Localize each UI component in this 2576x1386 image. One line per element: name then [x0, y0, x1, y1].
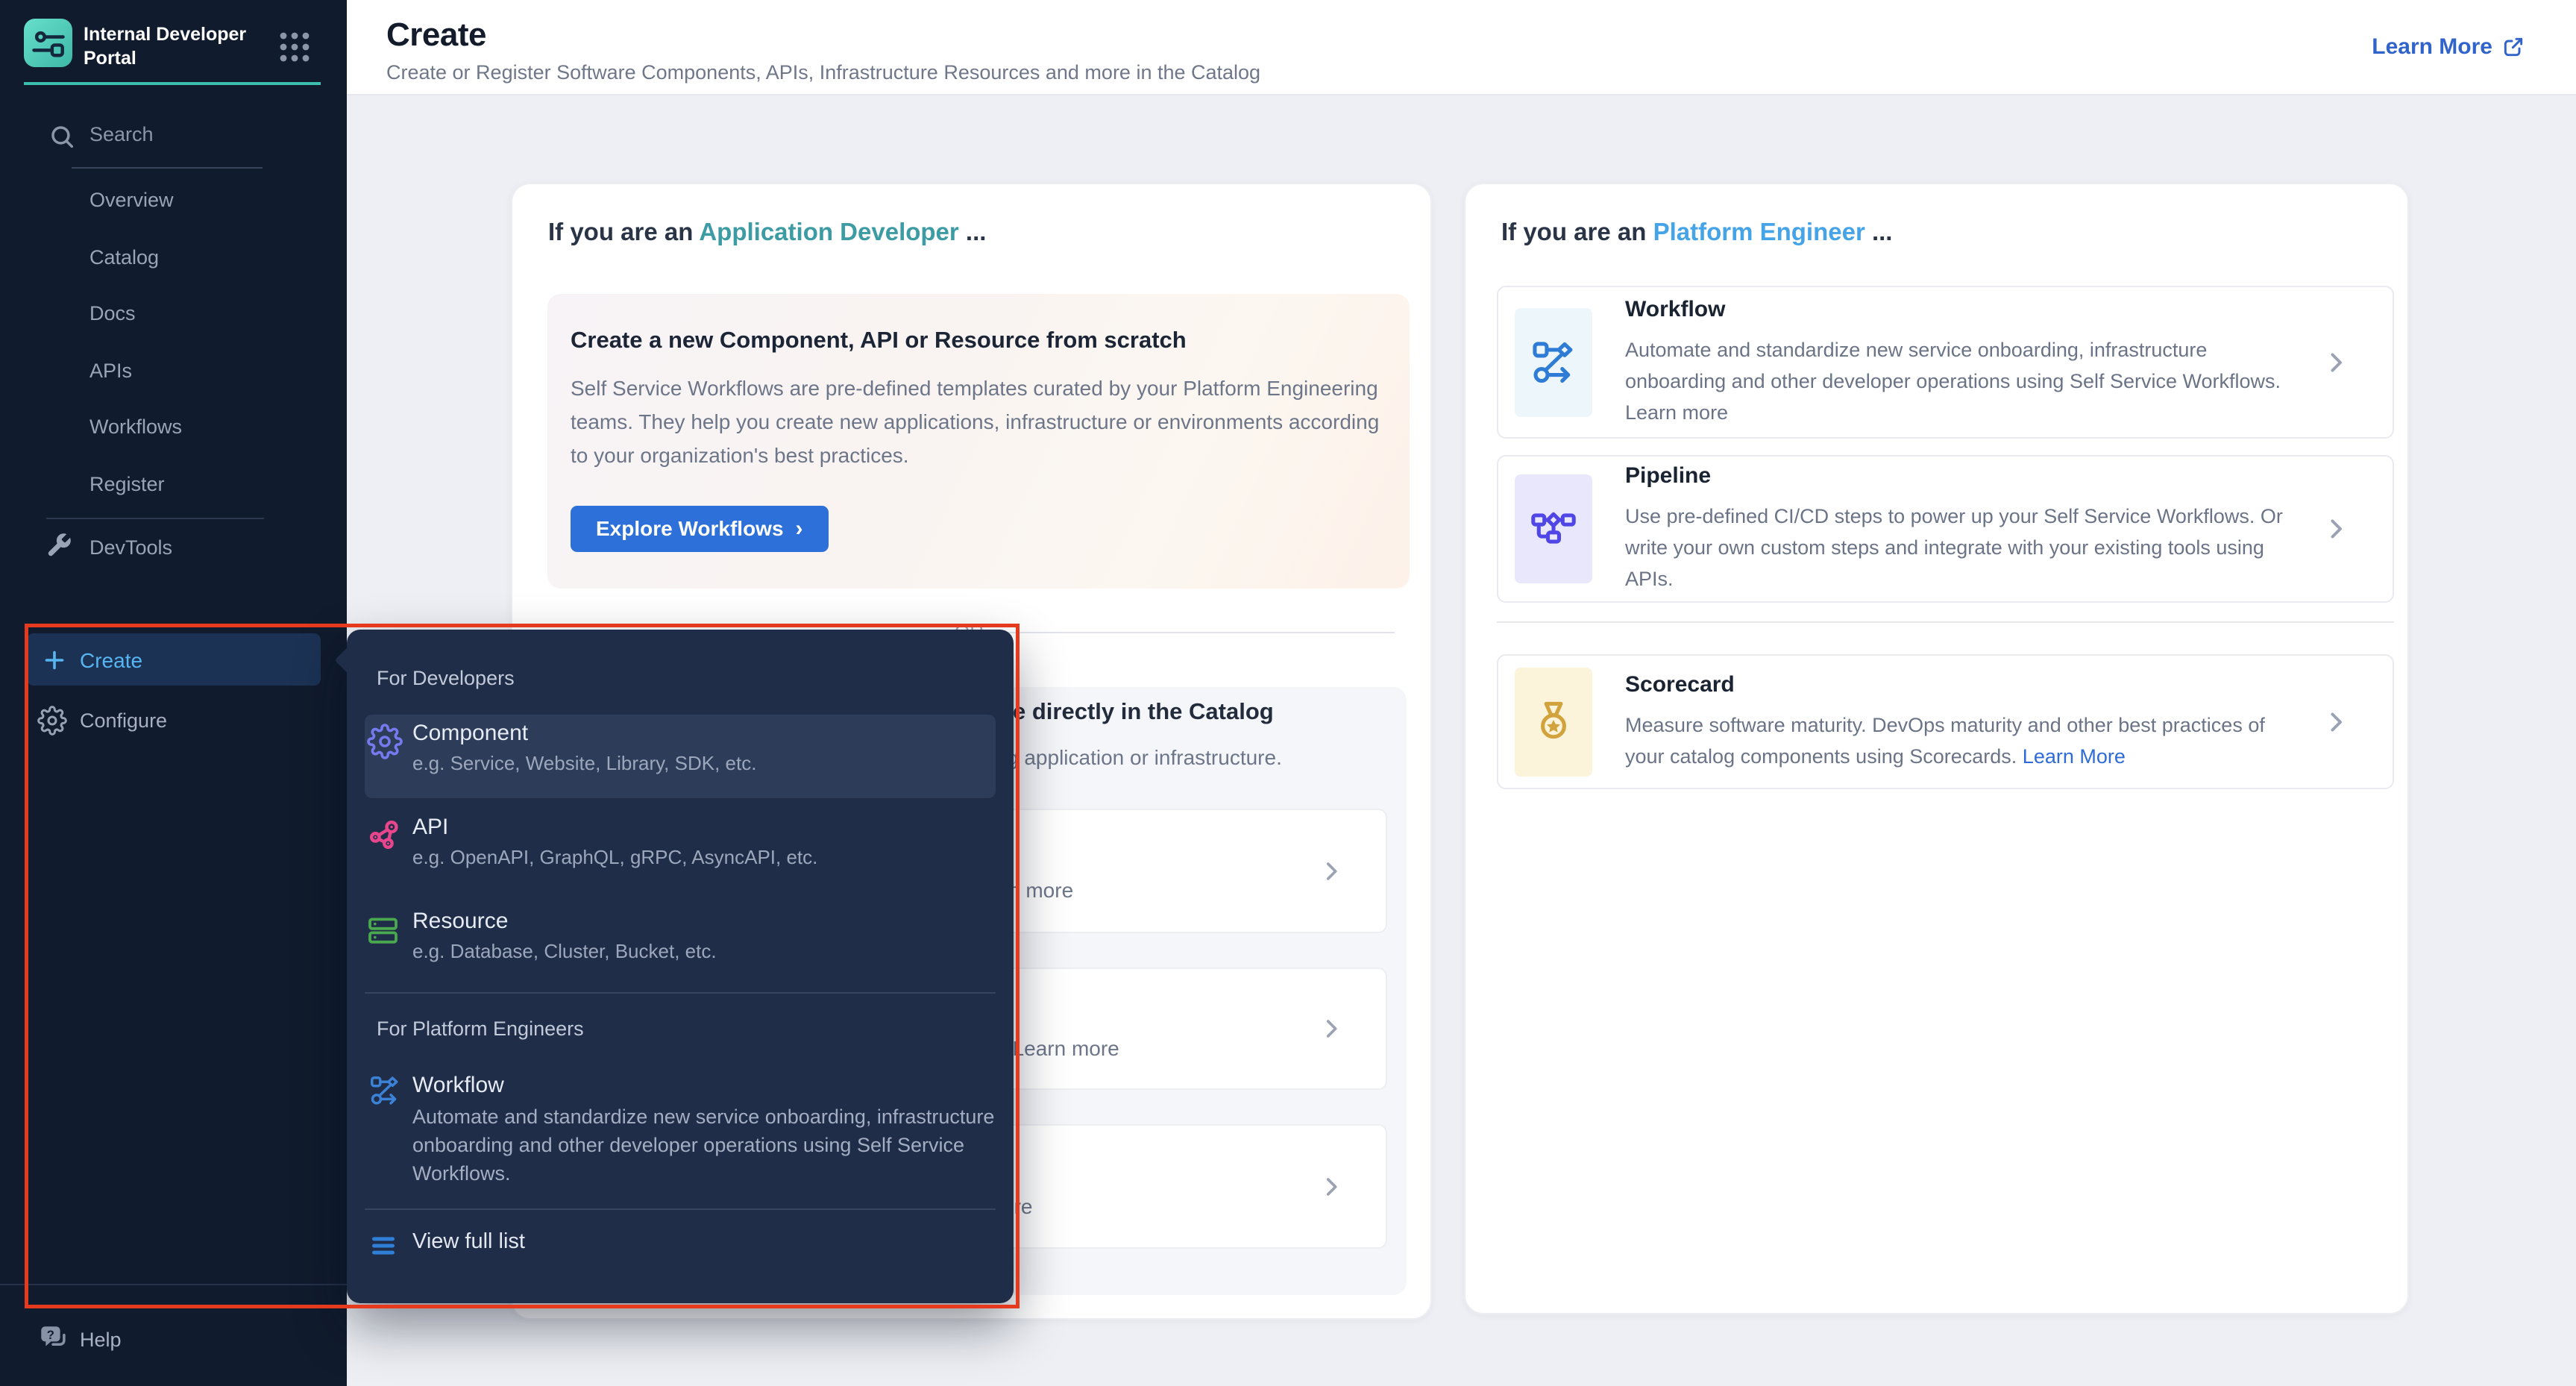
api-icon — [365, 816, 403, 853]
explore-workflows-button[interactable]: Explore Workflows › — [571, 506, 829, 552]
scorecard-medal-icon — [1530, 698, 1577, 746]
app-switcher-grid-icon[interactable] — [277, 30, 312, 64]
workflow-row[interactable]: Workflow Automate and standardize new se… — [1497, 286, 2394, 439]
component-gear-icon — [367, 724, 403, 759]
workflow-icon — [1530, 339, 1577, 386]
developer-card-title-suffix: ... — [959, 218, 987, 245]
scorecard-learn-more-link[interactable]: Learn More — [2023, 745, 2126, 768]
sidebar-item-catalog[interactable]: Catalog — [89, 244, 159, 271]
menu-section-for-platform-engineers: For Platform Engineers — [377, 1017, 584, 1041]
logo-slider-icon — [29, 24, 68, 63]
workflow-row-desc: Automate and standardize new service onb… — [1625, 334, 2303, 428]
pipeline-row-desc: Use pre-defined CI/CD steps to power up … — [1625, 501, 2303, 595]
pipeline-row-title: Pipeline — [1625, 463, 2303, 489]
pipeline-icon-tile — [1515, 474, 1592, 583]
chevron-right-icon — [1319, 859, 1344, 884]
create-from-scratch-panel: Create a new Component, API or Resource … — [547, 294, 1410, 589]
app-logo[interactable] — [24, 19, 72, 67]
scratch-heading: Create a new Component, API or Resource … — [571, 327, 1187, 354]
menu-item-view-full-list[interactable]: View full list — [412, 1229, 525, 1254]
menu-item-component-title[interactable]: Component — [412, 721, 528, 746]
menu-item-workflow-title[interactable]: Workflow — [412, 1073, 504, 1098]
row1-text-fragment: n more — [1008, 879, 1073, 903]
explore-workflows-label: Explore Workflows — [596, 517, 784, 541]
scratch-description: Self Service Workflows are pre-defined t… — [571, 371, 1380, 472]
platform-rows-divider — [1497, 621, 2394, 623]
scorecard-desc-text: Measure software maturity. DevOps maturi… — [1625, 714, 2265, 768]
menu-divider — [365, 992, 996, 994]
chevron-right-icon — [2322, 349, 2349, 376]
resource-icon — [365, 913, 401, 949]
workflow-icon — [368, 1074, 401, 1107]
internal-developer-portal-app: Internal Developer Portal Search Overvie… — [0, 0, 2576, 1386]
sidebar-item-overview[interactable]: Overview — [89, 186, 174, 213]
sidebar-brand-rule — [24, 82, 321, 85]
page-subtitle: Create or Register Software Components, … — [386, 61, 1260, 84]
learn-more-link[interactable]: Learn More — [2372, 34, 2525, 60]
scorecard-row[interactable]: Scorecard Measure software maturity. Dev… — [1497, 654, 2394, 789]
chevron-right-icon — [1319, 1174, 1344, 1200]
search-icon — [48, 122, 76, 151]
search-input[interactable]: Search — [89, 123, 154, 146]
developer-card-title: If you are an Application Developer ... — [548, 218, 986, 246]
catalog-panel-heading-fragment: e directly in the Catalog — [1013, 698, 1274, 725]
scorecard-row-desc: Measure software maturity. DevOps maturi… — [1625, 709, 2303, 772]
chevron-right-icon: › — [796, 518, 803, 540]
menu-divider — [365, 1208, 996, 1210]
view-full-list-icon — [368, 1231, 398, 1261]
svg-text:?: ? — [47, 1328, 54, 1342]
catalog-panel-body-fragment: g application or infrastructure. — [1007, 746, 1282, 770]
chevron-right-icon — [1319, 1016, 1344, 1041]
page-header: Create Create or Register Software Compo… — [347, 0, 2576, 95]
search-underline — [72, 167, 263, 169]
sidebar-item-docs[interactable]: Docs — [89, 300, 136, 327]
sidebar-item-workflows[interactable]: Workflows — [89, 413, 182, 440]
developer-card-title-accent: Application Developer — [699, 218, 958, 245]
page-title: Create — [386, 16, 486, 54]
row2-text-fragment: . Learn more — [1001, 1037, 1119, 1061]
chevron-right-icon — [2322, 515, 2349, 542]
developer-card-title-prefix: If you are an — [548, 218, 699, 245]
platform-card-title-suffix: ... — [1865, 218, 1893, 245]
sidebar-item-devtools[interactable]: DevTools — [89, 534, 172, 561]
menu-section-for-developers: For Developers — [377, 667, 515, 690]
sidebar: Internal Developer Portal Search Overvie… — [0, 0, 347, 1386]
menu-item-workflow-desc: Automate and standardize new service onb… — [412, 1103, 999, 1188]
plus-icon — [41, 647, 68, 674]
platform-card-title: If you are an Platform Engineer ... — [1501, 218, 1892, 246]
pipeline-row[interactable]: Pipeline Use pre-defined CI/CD steps to … — [1497, 455, 2394, 603]
create-dropdown-menu: For Developers Component e.g. Service, W… — [347, 630, 1014, 1303]
external-link-icon — [2501, 35, 2525, 59]
sidebar-bottom-divider — [0, 1284, 347, 1285]
scorecard-icon-tile — [1515, 668, 1592, 777]
workflow-icon-tile — [1515, 308, 1592, 417]
platform-card-title-prefix: If you are an — [1501, 218, 1653, 245]
sidebar-divider — [46, 518, 264, 519]
app-title: Internal Developer Portal — [84, 22, 270, 70]
gear-icon — [37, 706, 67, 736]
menu-item-resource-title[interactable]: Resource — [412, 909, 508, 934]
learn-more-label: Learn More — [2372, 34, 2492, 60]
platform-card-title-accent: Platform Engineer — [1653, 218, 1865, 245]
create-label: Create — [80, 647, 142, 674]
help-chat-icon: ? — [37, 1323, 69, 1354]
workflow-row-title: Workflow — [1625, 297, 2303, 322]
sidebar-item-apis[interactable]: APIs — [89, 357, 132, 384]
menu-item-api-title[interactable]: API — [412, 815, 448, 840]
pipeline-icon — [1530, 505, 1577, 553]
sidebar-item-register[interactable]: Register — [89, 471, 165, 498]
menu-item-api-subtitle: e.g. OpenAPI, GraphQL, gRPC, AsyncAPI, e… — [412, 846, 817, 869]
menu-item-resource-subtitle: e.g. Database, Cluster, Bucket, etc. — [412, 940, 717, 963]
sidebar-item-create[interactable] — [27, 633, 321, 686]
sidebar-item-configure[interactable]: Configure — [80, 707, 167, 734]
wrench-icon — [45, 531, 73, 559]
sidebar-item-help[interactable]: Help — [80, 1326, 122, 1353]
scorecard-row-title: Scorecard — [1625, 672, 2303, 697]
menu-item-component-subtitle: e.g. Service, Website, Library, SDK, etc… — [412, 752, 756, 775]
chevron-right-icon — [2322, 709, 2349, 736]
